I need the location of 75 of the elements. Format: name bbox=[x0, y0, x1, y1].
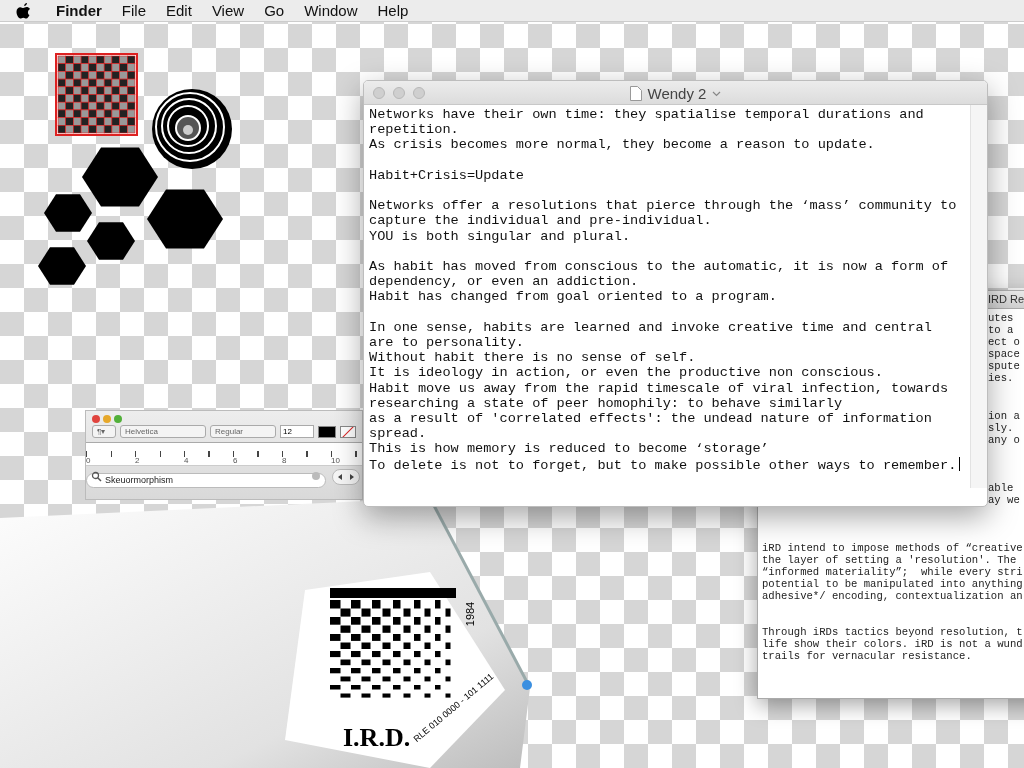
chevron-down-icon[interactable] bbox=[712, 90, 722, 97]
text-line: Habit has changed from goal oriented to a program. bbox=[369, 289, 778, 305]
text-line: able bbox=[988, 482, 1015, 494]
menu-item[interactable]: Go bbox=[264, 2, 285, 19]
text-line: Networks offer a resolutions that pierce through the ‘mass’ community to bbox=[369, 198, 958, 214]
text-line: spute bbox=[988, 360, 1021, 372]
document-icon bbox=[629, 86, 642, 101]
ruler-label: 10 bbox=[331, 456, 341, 465]
artwork-year: 1984 bbox=[464, 601, 477, 627]
menu-item[interactable]: Help bbox=[377, 2, 409, 19]
text-cursor bbox=[959, 456, 961, 471]
text-line: iRD intend to impose methods of “creative bbox=[762, 542, 1024, 554]
style-popup[interactable]: Regular bbox=[210, 425, 276, 438]
text-line: ect o bbox=[988, 336, 1021, 348]
text-line: any o bbox=[988, 434, 1021, 446]
text-line: As habit has moved from conscious to the automatic, it is now a form of bbox=[369, 259, 950, 275]
text-line: This is how memory is reduced to become ‘storage’ bbox=[369, 441, 770, 457]
text-line: Through iRDs tactics beyond resolution, t bbox=[762, 626, 1024, 638]
artwork-label: I.R.D. bbox=[343, 723, 411, 753]
ruler-label: 2 bbox=[135, 456, 141, 465]
search-icon bbox=[91, 471, 102, 482]
text-line: Habit move us away from the rapid timescale of viral infection, towards bbox=[369, 380, 950, 396]
text-line: ies. bbox=[988, 372, 1015, 384]
text-line: dependency, or even an addiction. bbox=[369, 274, 640, 290]
text-line: “informed materiality”; while every stri bbox=[762, 566, 1024, 578]
artwork-code: RLE 010 0000 - 101 1111 bbox=[411, 671, 496, 744]
text-line: capture the individual and pre-individual. bbox=[369, 213, 713, 229]
text-line: spread. bbox=[369, 426, 428, 442]
ruler-label: 6 bbox=[233, 456, 239, 465]
close-button[interactable] bbox=[373, 86, 385, 99]
text-line: Habit+Crisis=Update bbox=[369, 167, 525, 183]
text-line: ay we bbox=[988, 494, 1021, 506]
text-line: Networks have their own time: they spatialise temporal durations and bbox=[369, 107, 925, 123]
text-line: ion a bbox=[988, 410, 1021, 422]
ruler-label: 0 bbox=[86, 456, 92, 465]
color-swatch[interactable] bbox=[318, 425, 336, 438]
text-line: researching a state of peer homophily: to behave similarly bbox=[369, 395, 844, 411]
close-button[interactable] bbox=[92, 415, 100, 423]
text-line: In one sense, habits are learned and invoke creative time and central bbox=[369, 319, 933, 335]
font-popup[interactable]: Helvetica bbox=[120, 425, 206, 438]
menu-item[interactable]: File bbox=[121, 2, 146, 19]
text-line: sly. bbox=[988, 422, 1015, 434]
window-title: Wendy 2 bbox=[647, 85, 707, 102]
zoom-button[interactable] bbox=[114, 415, 122, 423]
text-line: repetition. bbox=[369, 122, 460, 138]
minimize-button[interactable] bbox=[393, 86, 405, 99]
minimize-button[interactable] bbox=[103, 415, 111, 423]
text-line: to a bbox=[988, 324, 1015, 336]
apple-logo-icon[interactable] bbox=[16, 1, 32, 20]
ruler-label: 8 bbox=[282, 456, 288, 465]
menu-item[interactable]: Finder bbox=[56, 2, 102, 19]
clear-icon[interactable] bbox=[312, 472, 320, 480]
text-line: as a result of 'correlated effects': the undead nature of information bbox=[369, 411, 933, 427]
size-field[interactable]: 12 bbox=[280, 425, 314, 438]
search-field[interactable]: Skeuormorphism bbox=[86, 472, 326, 488]
text-line: adhesive*/ encoding, contextualization an bbox=[762, 590, 1024, 602]
text-line: trails for vernacular resistance. bbox=[762, 650, 973, 662]
text-line: the layer of setting a 'resolution'. The bbox=[762, 554, 1018, 566]
paragraph-popup[interactable]: ¶▾ bbox=[92, 425, 116, 438]
menu-item[interactable]: View bbox=[211, 2, 245, 19]
zoom-button[interactable] bbox=[413, 86, 425, 99]
text-line: Without habit there is no sense of self. bbox=[369, 350, 697, 366]
menu-item[interactable]: Window bbox=[304, 2, 358, 19]
text-line: It is ideology in action, or even the productive non conscious. bbox=[369, 365, 884, 381]
text-line: life show their colors. iRD is not a wund bbox=[762, 638, 1024, 650]
text-line: space bbox=[988, 348, 1021, 360]
text-line: potential to be manipulated into anything bbox=[762, 578, 1024, 590]
menu-item[interactable]: Edit bbox=[166, 2, 192, 19]
ruler-label: 4 bbox=[184, 456, 190, 465]
text-line: utes bbox=[988, 312, 1015, 324]
strikethrough-icon[interactable] bbox=[340, 425, 356, 438]
text-line: To delete is not to forget, but to make possible other ways to remember. bbox=[369, 456, 970, 473]
text-line: are to personality. bbox=[369, 335, 525, 351]
text-line: As crisis becomes more normal, they become a reason to update. bbox=[369, 137, 876, 153]
text-line: YOU is both singular and plural. bbox=[369, 228, 632, 244]
